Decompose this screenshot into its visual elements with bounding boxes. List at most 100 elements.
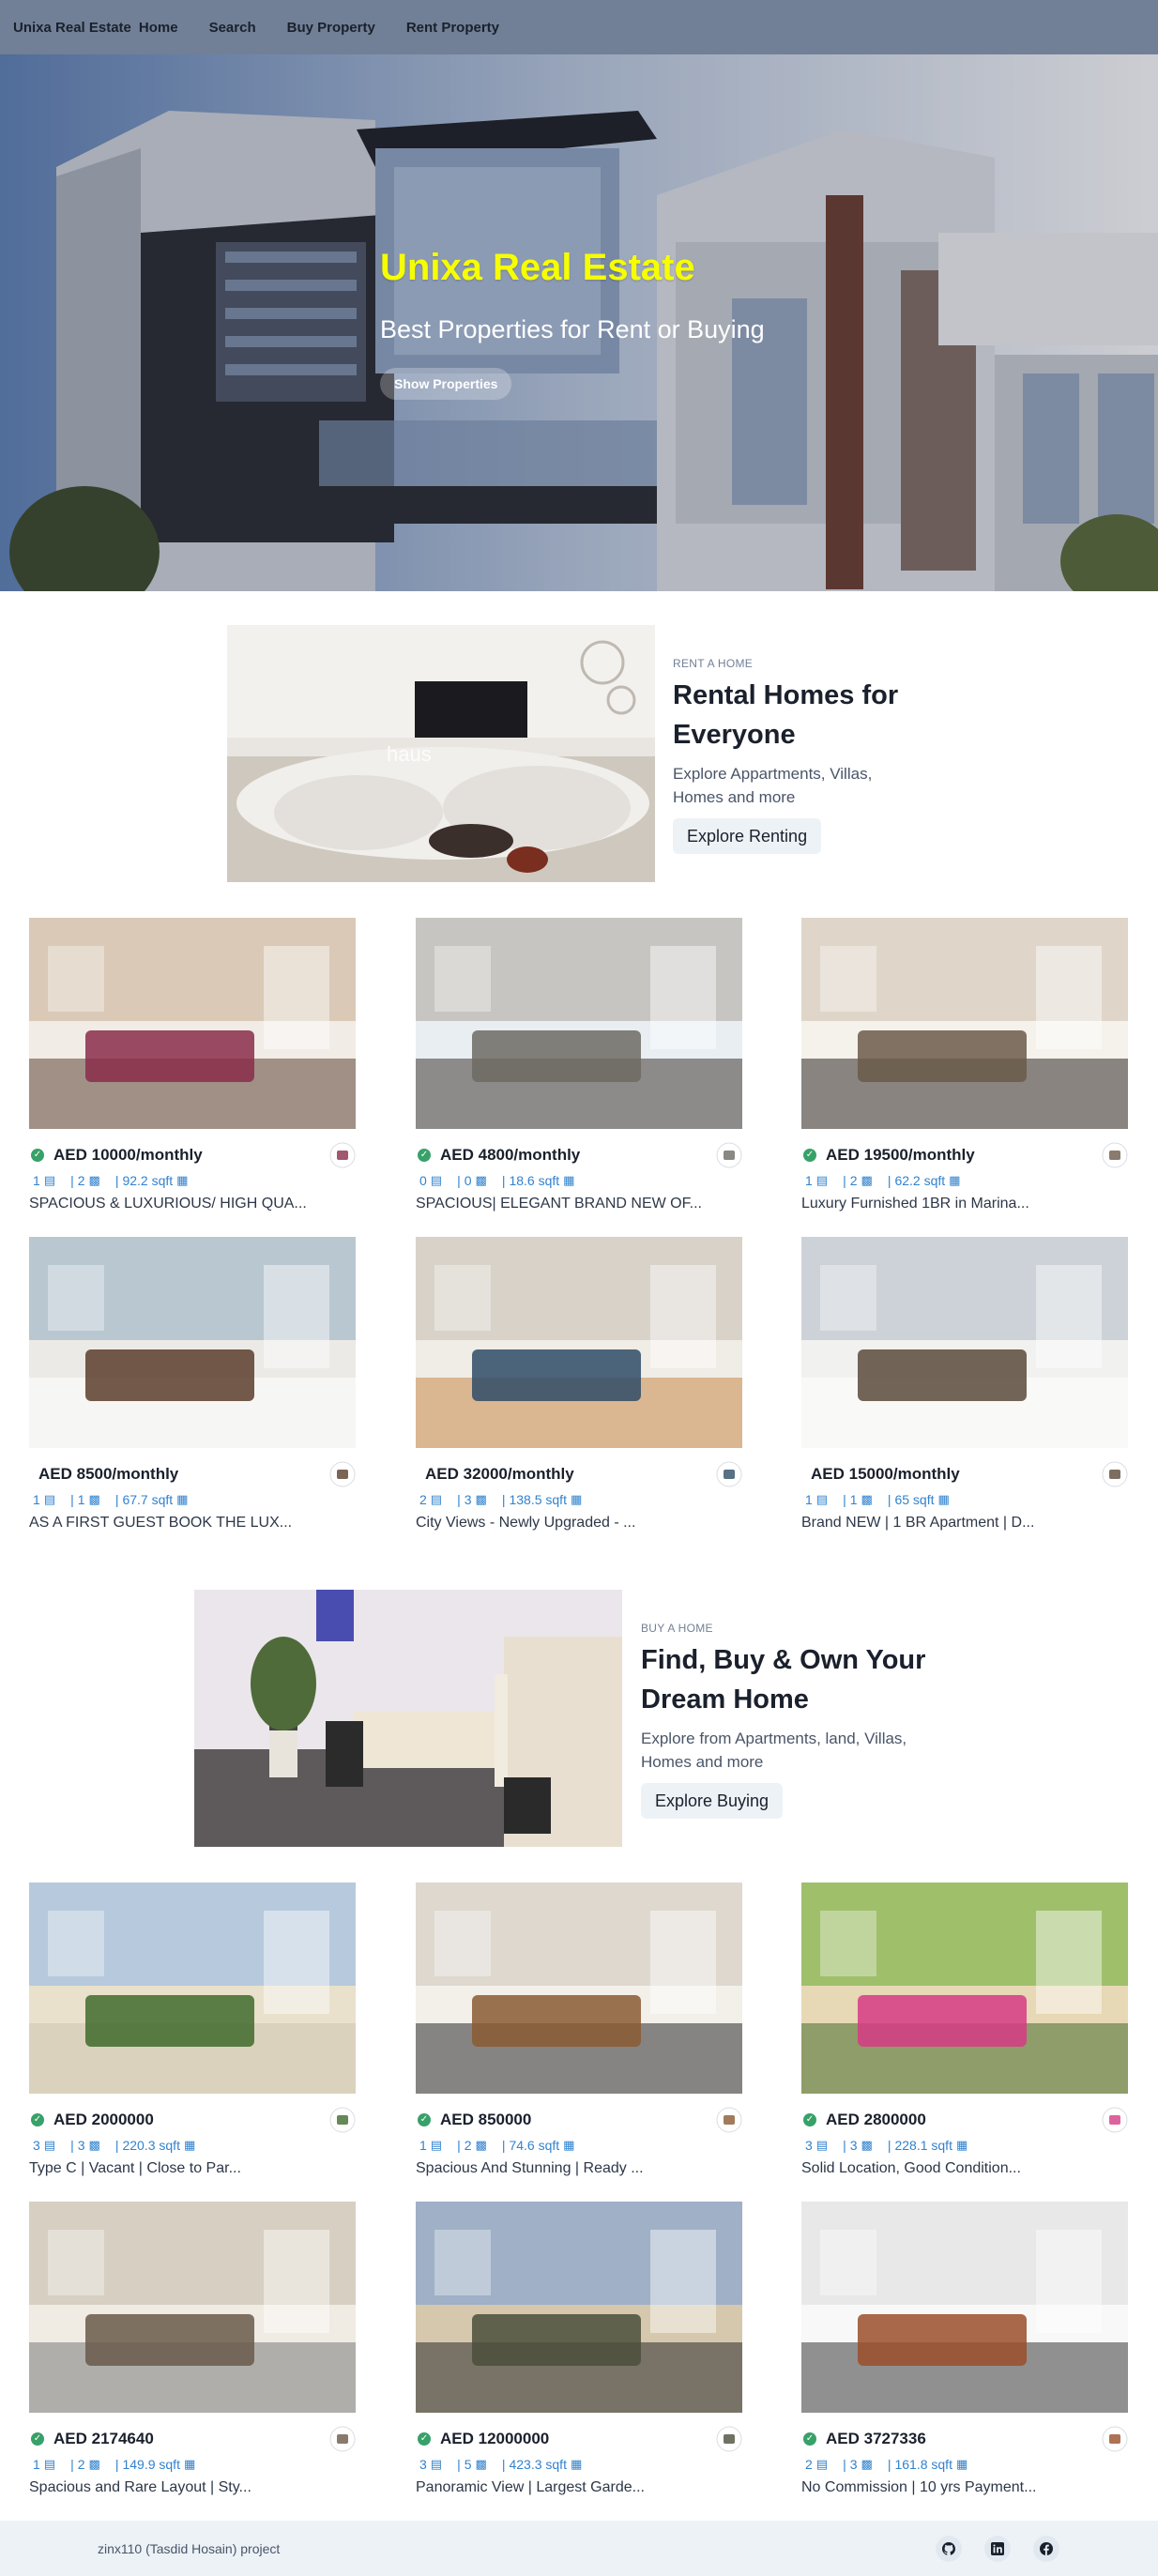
buy-listing-card[interactable]: ✓ AED 3727336 2 ▤ | 3 ▩ | 161.8 sqft ▦ N…: [801, 2202, 1128, 2496]
bath-separator: |: [843, 2457, 846, 2472]
rent-listing-card[interactable]: ✓ AED 4800/monthly 0 ▤ | 0 ▩ | 18.6 sqft…: [416, 918, 742, 1212]
grid-icon: ▦: [955, 2138, 968, 2152]
bath-icon: ▩: [475, 2138, 487, 2152]
explore-renting-button[interactable]: Explore Renting: [673, 818, 822, 854]
buy-listing-card[interactable]: ✓ AED 2174640 1 ▤ | 2 ▩ | 149.9 sqft ▦ S…: [29, 2202, 356, 2496]
listing-price: AED 850000: [440, 2111, 532, 2128]
agency-logo[interactable]: [329, 2107, 356, 2133]
listing-photo[interactable]: [416, 2202, 742, 2413]
listing-photo[interactable]: [29, 2202, 356, 2413]
agency-logo[interactable]: [329, 2426, 356, 2452]
bath-count: 3: [464, 1492, 472, 1507]
linkedin-icon[interactable]: [984, 2535, 1011, 2562]
listing-photo[interactable]: [416, 1237, 742, 1448]
rent-listing-card[interactable]: AED 8500/monthly 1 ▤ | 1 ▩ | 67.7 sqft ▦…: [29, 1237, 356, 1532]
listing-title[interactable]: Panoramic View | Largest Garde...: [416, 2479, 742, 2496]
nav-link-home[interactable]: Home: [139, 20, 178, 36]
listing-photo[interactable]: [416, 1882, 742, 2094]
bed-icon: ▤: [815, 1173, 829, 1187]
buy-banner-image: [194, 1590, 622, 1847]
rent-listing-card[interactable]: ✓ AED 19500/monthly 1 ▤ | 2 ▩ | 62.2 sqf…: [801, 918, 1128, 1212]
bed-icon: ▤: [43, 2457, 56, 2471]
agency-logo[interactable]: [1102, 2426, 1128, 2452]
room-count: 1: [33, 1492, 40, 1507]
agency-logo[interactable]: [1102, 1142, 1128, 1168]
listing-photo[interactable]: [801, 2202, 1128, 2413]
brand-logo-text[interactable]: Unixa Real Estate: [13, 20, 131, 36]
buy-listing-card[interactable]: ✓ AED 2000000 3 ▤ | 3 ▩ | 220.3 sqft ▦ T…: [29, 1882, 356, 2177]
svg-text:haus: haus: [387, 742, 432, 766]
listing-price: AED 3727336: [826, 2430, 926, 2447]
listing-photo[interactable]: [801, 1237, 1128, 1448]
agency-logo[interactable]: [716, 2426, 742, 2452]
bath-icon: ▩: [861, 1492, 873, 1506]
bath-count: 2: [77, 2457, 85, 2472]
listing-title[interactable]: Luxury Furnished 1BR in Marina...: [801, 1196, 1128, 1212]
bath-separator: |: [70, 1492, 74, 1507]
area-value: 149.9 sqft: [122, 2457, 180, 2472]
agency-logo[interactable]: [716, 2107, 742, 2133]
listing-price: AED 8500/monthly: [38, 1465, 179, 1483]
bath-separator: |: [457, 2138, 461, 2153]
listing-price: AED 2000000: [53, 2111, 154, 2128]
show-properties-button[interactable]: Show Properties: [380, 368, 512, 400]
verified-check-icon: ✓: [803, 1149, 816, 1162]
bath-icon: ▩: [88, 1173, 100, 1187]
listing-title[interactable]: City Views - Newly Upgraded - ...: [416, 1515, 742, 1532]
listing-photo[interactable]: [801, 1882, 1128, 2094]
bath-count: 1: [77, 1492, 85, 1507]
room-count: 2: [805, 2457, 813, 2472]
explore-buying-button[interactable]: Explore Buying: [641, 1783, 784, 1819]
area-separator: |: [501, 2457, 506, 2472]
area-separator: |: [114, 1173, 119, 1188]
bath-count: 0: [464, 1173, 472, 1188]
bed-icon: ▤: [43, 1492, 56, 1506]
listing-title[interactable]: Spacious and Rare Layout | Sty...: [29, 2479, 356, 2496]
listing-price: AED 15000/monthly: [811, 1465, 960, 1483]
listing-title[interactable]: SPACIOUS| ELEGANT BRAND NEW OF...: [416, 1196, 742, 1212]
listing-title[interactable]: AS A FIRST GUEST BOOK THE LUX...: [29, 1515, 356, 1532]
agency-logo[interactable]: [329, 1142, 356, 1168]
verified-check-icon: ✓: [803, 2432, 816, 2446]
listing-title[interactable]: Solid Location, Good Condition...: [801, 2160, 1128, 2177]
area-value: 65 sqft: [894, 1492, 935, 1507]
listing-photo[interactable]: [416, 918, 742, 1129]
rent-listing-card[interactable]: AED 32000/monthly 2 ▤ | 3 ▩ | 138.5 sqft…: [416, 1237, 742, 1532]
bed-icon: ▤: [430, 1492, 443, 1506]
listing-photo[interactable]: [29, 1882, 356, 2094]
listing-title[interactable]: Spacious And Stunning | Ready ...: [416, 2160, 742, 2177]
listing-photo[interactable]: [801, 918, 1128, 1129]
bath-separator: |: [843, 1173, 846, 1188]
bed-icon: ▤: [430, 2138, 443, 2152]
rent-listing-card[interactable]: ✓ AED 10000/monthly 1 ▤ | 2 ▩ | 92.2 sqf…: [29, 918, 356, 1212]
listing-title[interactable]: No Commission | 10 yrs Payment...: [801, 2479, 1128, 2496]
agency-logo[interactable]: [329, 1461, 356, 1487]
grid-icon: ▦: [176, 1492, 189, 1506]
agency-logo[interactable]: [1102, 1461, 1128, 1487]
listing-title[interactable]: Type C | Vacant | Close to Par...: [29, 2160, 356, 2177]
buy-listing-card[interactable]: ✓ AED 12000000 3 ▤ | 5 ▩ | 423.3 sqft ▦ …: [416, 2202, 742, 2496]
agency-logo[interactable]: [716, 1461, 742, 1487]
agency-logo[interactable]: [716, 1142, 742, 1168]
listing-price: AED 2174640: [53, 2430, 154, 2447]
nav-link-buy-property[interactable]: Buy Property: [287, 20, 375, 36]
github-icon[interactable]: [936, 2535, 962, 2562]
listing-photo[interactable]: [29, 1237, 356, 1448]
listing-title[interactable]: SPACIOUS & LUXURIOUS/ HIGH QUA...: [29, 1196, 356, 1212]
room-count: 1: [805, 1173, 813, 1188]
agency-logo[interactable]: [1102, 2107, 1128, 2133]
bath-count: 3: [849, 2457, 858, 2472]
buy-listing-card[interactable]: ✓ AED 2800000 3 ▤ | 3 ▩ | 228.1 sqft ▦ S…: [801, 1882, 1128, 2177]
nav-link-rent-property[interactable]: Rent Property: [406, 20, 499, 36]
buy-listing-card[interactable]: ✓ AED 850000 1 ▤ | 2 ▩ | 74.6 sqft ▦ Spa…: [416, 1882, 742, 2177]
rent-listing-card[interactable]: AED 15000/monthly 1 ▤ | 1 ▩ | 65 sqft ▦ …: [801, 1237, 1128, 1532]
facebook-icon[interactable]: [1033, 2535, 1059, 2562]
verified-check-icon: ✓: [31, 2113, 44, 2126]
area-separator: |: [887, 2138, 891, 2153]
area-separator: |: [887, 2457, 891, 2472]
nav-link-search[interactable]: Search: [209, 20, 256, 36]
verified-check-icon: ✓: [31, 1149, 44, 1162]
bath-separator: |: [843, 2138, 846, 2153]
listing-photo[interactable]: [29, 918, 356, 1129]
listing-title[interactable]: Brand NEW | 1 BR Apartment | D...: [801, 1515, 1128, 1532]
